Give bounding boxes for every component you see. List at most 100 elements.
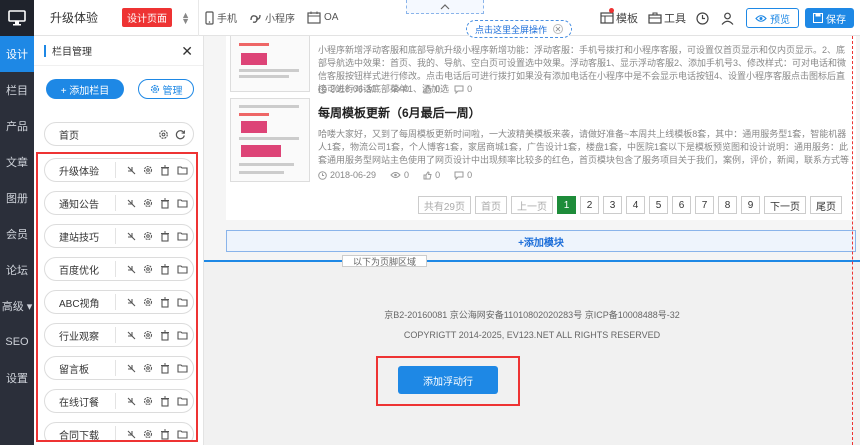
- page-prev[interactable]: 上一页: [511, 196, 553, 214]
- gear-icon[interactable]: [141, 427, 155, 440]
- eye-icon: [390, 86, 401, 92]
- gear-icon[interactable]: [141, 262, 155, 276]
- page-next[interactable]: 下一页: [764, 196, 806, 214]
- folder-icon[interactable]: [175, 394, 189, 408]
- page-number[interactable]: 7: [695, 196, 714, 214]
- trash-icon[interactable]: [158, 328, 172, 342]
- folder-icon[interactable]: [175, 163, 189, 177]
- preview-label: 预览: [770, 14, 790, 26]
- column-item[interactable]: 升级体验: [44, 158, 194, 182]
- drag-icon[interactable]: [124, 328, 138, 342]
- page-number[interactable]: 3: [603, 196, 622, 214]
- account-button[interactable]: [721, 12, 736, 25]
- page-total: 共有29页: [417, 196, 471, 214]
- preview-button[interactable]: 预览: [746, 8, 799, 28]
- page-number[interactable]: 8: [718, 196, 737, 214]
- folder-icon[interactable]: [175, 328, 189, 342]
- save-button[interactable]: 保存: [805, 8, 854, 28]
- history-button[interactable]: [696, 11, 711, 25]
- folder-icon[interactable]: [175, 262, 189, 276]
- column-item[interactable]: 通知公告: [44, 191, 194, 215]
- trash-icon[interactable]: [158, 196, 172, 210]
- column-item-home[interactable]: 首页: [44, 122, 194, 146]
- drag-icon[interactable]: [124, 262, 138, 276]
- nav-product[interactable]: 产品: [0, 108, 34, 144]
- news-likes: 0: [435, 170, 441, 180]
- gear-icon[interactable]: [141, 196, 155, 210]
- column-item[interactable]: 建站技巧: [44, 224, 194, 248]
- refresh-icon[interactable]: [173, 127, 187, 141]
- column-item[interactable]: 留言板: [44, 356, 194, 380]
- folder-icon[interactable]: [175, 361, 189, 375]
- column-item[interactable]: 在线订餐: [44, 389, 194, 413]
- drag-icon[interactable]: [124, 163, 138, 177]
- nav-column[interactable]: 栏目: [0, 72, 34, 108]
- manage-button[interactable]: 管理: [138, 79, 194, 99]
- add-column-button[interactable]: + 添加栏目: [46, 79, 124, 99]
- page-number[interactable]: 4: [626, 196, 645, 214]
- trash-icon[interactable]: [158, 229, 172, 243]
- add-float-row-button[interactable]: 添加浮动行: [398, 366, 498, 394]
- trash-icon[interactable]: [158, 262, 172, 276]
- sort-arrows-icon[interactable]: ▲ ▼: [181, 10, 190, 25]
- close-icon[interactable]: ✕: [181, 43, 193, 60]
- news-title[interactable]: 每周模板更新（6月最后一周）: [318, 104, 481, 121]
- close-icon[interactable]: ✕: [553, 24, 564, 34]
- nav-album[interactable]: 图册: [0, 180, 34, 216]
- fullscreen-tooltip-text: 点击这里全屏操作: [475, 24, 548, 35]
- fullscreen-toggle[interactable]: [406, 0, 484, 14]
- trash-icon[interactable]: [158, 361, 172, 375]
- gear-icon[interactable]: [141, 394, 155, 408]
- page-number[interactable]: 2: [580, 196, 599, 214]
- drag-icon[interactable]: [124, 394, 138, 408]
- trash-icon[interactable]: [158, 394, 172, 408]
- nav-design[interactable]: 设计: [0, 36, 34, 72]
- trash-icon[interactable]: [158, 427, 172, 440]
- nav-forum[interactable]: 论坛: [0, 252, 34, 288]
- folder-icon[interactable]: [175, 427, 189, 440]
- gear-icon[interactable]: [141, 295, 155, 309]
- tab-oa[interactable]: OA: [301, 0, 344, 36]
- drag-icon[interactable]: [124, 196, 138, 210]
- trash-icon[interactable]: [158, 163, 172, 177]
- tab-mobile[interactable]: 手机: [199, 0, 243, 36]
- gear-icon[interactable]: [141, 229, 155, 243]
- gear-icon[interactable]: [141, 328, 155, 342]
- folder-icon[interactable]: [175, 229, 189, 243]
- add-module-button[interactable]: +添加模块: [226, 230, 856, 252]
- column-item[interactable]: 百度优化: [44, 257, 194, 281]
- folder-icon[interactable]: [175, 196, 189, 210]
- page-number[interactable]: 6: [672, 196, 691, 214]
- tools-button[interactable]: 工具: [648, 10, 686, 26]
- template-button[interactable]: 模板: [600, 8, 638, 26]
- page-number[interactable]: 5: [649, 196, 668, 214]
- nav-member[interactable]: 会员: [0, 216, 34, 252]
- page-first[interactable]: 首页: [475, 196, 507, 214]
- nav-advanced[interactable]: 高级 ▾: [0, 288, 34, 324]
- nav-seo[interactable]: SEO: [0, 324, 34, 360]
- folder-icon[interactable]: [175, 295, 189, 309]
- nav-settings[interactable]: 设置: [0, 360, 34, 396]
- drag-icon[interactable]: [124, 361, 138, 375]
- gear-icon[interactable]: [141, 163, 155, 177]
- gear-icon[interactable]: [141, 361, 155, 375]
- page-selector[interactable]: 升级体验 设计页面 ▲ ▼: [34, 0, 199, 36]
- drag-icon[interactable]: [124, 295, 138, 309]
- column-item-label: 百度优化: [59, 265, 99, 277]
- trash-icon[interactable]: [158, 295, 172, 309]
- page-number[interactable]: 1: [557, 196, 576, 214]
- column-item[interactable]: 行业观察: [44, 323, 194, 347]
- news-item[interactable]: 小程序新增浮动客服和底部导航升级小程序新增功能：浮动客服：手机号拨打和小程序客服…: [230, 36, 852, 98]
- page-last[interactable]: 尾页: [810, 196, 842, 214]
- column-item[interactable]: 合同下载: [44, 422, 194, 440]
- news-list-module[interactable]: 小程序新增浮动客服和底部导航升级小程序新增功能：浮动客服：手机号拨打和小程序客服…: [226, 36, 856, 220]
- column-item[interactable]: ABC视角: [44, 290, 194, 314]
- gear-icon[interactable]: [156, 127, 170, 141]
- drag-icon[interactable]: [124, 229, 138, 243]
- nav-article[interactable]: 文章: [0, 144, 34, 180]
- tab-miniprogram[interactable]: 小程序: [243, 0, 301, 36]
- page-number[interactable]: 9: [741, 196, 760, 214]
- monitor-icon[interactable]: [0, 0, 34, 36]
- news-item[interactable]: 每周模板更新（6月最后一周） 哈喽大家好，又到了每周模板更新时间啦，一大波精美模…: [230, 98, 852, 188]
- drag-icon[interactable]: [124, 427, 138, 440]
